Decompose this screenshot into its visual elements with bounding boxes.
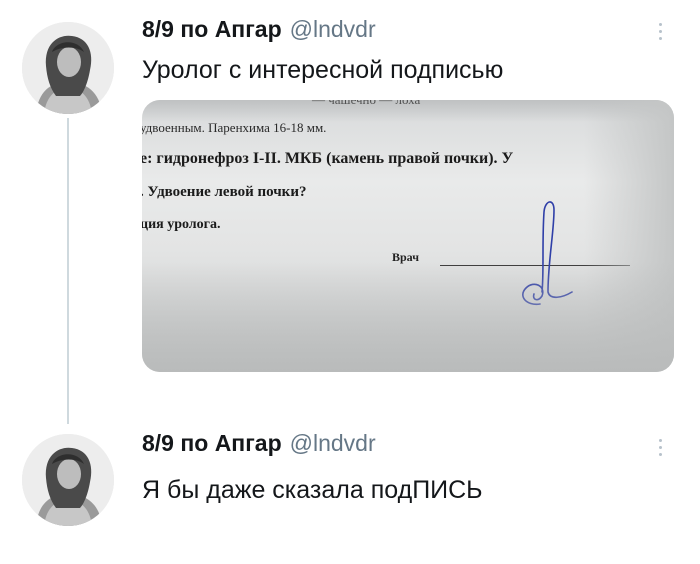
- document-line: е: гидронефроз I-II. МКБ (камень правой …: [142, 150, 514, 167]
- thread-connector-line: [67, 118, 69, 424]
- more-options-button[interactable]: [650, 430, 670, 464]
- avatar-photo: [22, 434, 114, 526]
- document-line: ция уролога.: [142, 217, 221, 232]
- tweet-media-photo[interactable]: — чашечно — лоха удвоенным. Паренхима 16…: [142, 100, 674, 372]
- tweet-text: Уролог с интересной подписью: [142, 56, 504, 84]
- author-display-name[interactable]: 8/9 по Апгар: [142, 430, 282, 457]
- more-vertical-icon-dot: [658, 445, 662, 449]
- document-line: удвоенным. Паренхима 16-18 мм.: [142, 120, 327, 135]
- author-avatar[interactable]: [22, 434, 114, 526]
- tweet-text: Я бы даже сказала подПИСЬ: [142, 476, 483, 504]
- more-vertical-icon: [658, 22, 662, 26]
- avatar-photo: [22, 22, 114, 114]
- more-vertical-icon: [658, 438, 662, 442]
- more-vertical-icon-dot: [658, 452, 662, 456]
- author-avatar[interactable]: [22, 22, 114, 114]
- tweet-header: 8/9 по Апгар @lndvdr: [142, 16, 376, 46]
- tweet-header: 8/9 по Апгар @lndvdr: [142, 430, 376, 460]
- more-vertical-icon-dot: [658, 36, 662, 40]
- more-options-button[interactable]: [650, 14, 670, 48]
- document-line: — чашечно — лоха: [312, 100, 420, 108]
- author-display-name[interactable]: 8/9 по Апгар: [142, 16, 282, 43]
- author-handle[interactable]: @lndvdr: [290, 430, 376, 457]
- more-vertical-icon-dot: [658, 29, 662, 33]
- photo-shade: [142, 262, 674, 372]
- document-line: . Удвоение левой почки?: [142, 184, 307, 200]
- author-handle[interactable]: @lndvdr: [290, 16, 376, 43]
